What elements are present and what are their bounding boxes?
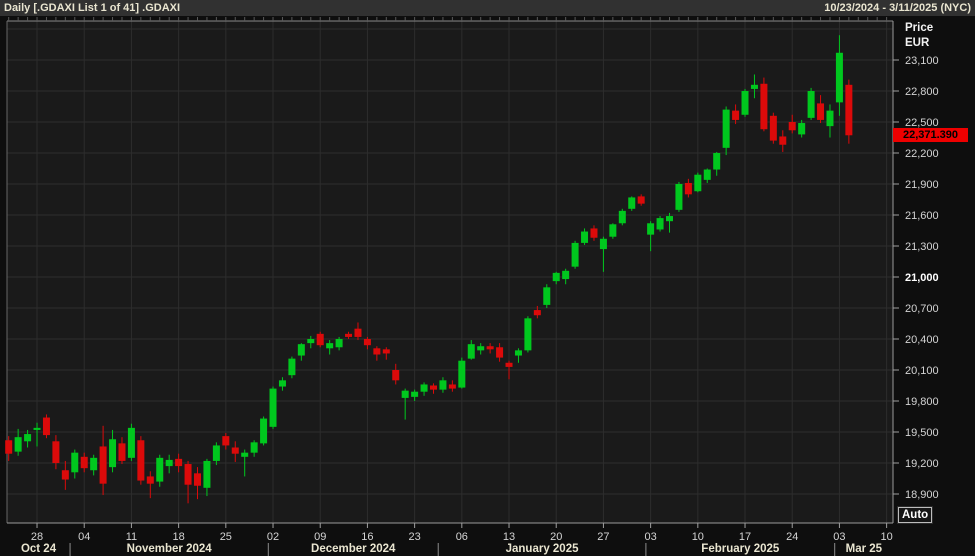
date-tick-label: 24	[786, 531, 798, 543]
auto-scale-button[interactable]: Auto	[896, 506, 934, 524]
date-tick-label: 27	[597, 531, 609, 543]
candle-02/04	[656, 216, 664, 232]
candle-02/06	[675, 181, 683, 212]
candlestick-chart[interactable]: 23,10022,80022,50022,20021,90021,60021,3…	[0, 0, 975, 556]
candle-12/09	[316, 331, 324, 348]
date-tick-label: 25	[220, 531, 232, 543]
price-tick-label: 21,000	[905, 272, 939, 284]
price-tick-label: 19,200	[905, 458, 939, 470]
price-tick-label: 22,800	[905, 86, 939, 98]
date-tick-label: 16	[361, 531, 373, 543]
date-tick-label: 28	[31, 531, 43, 543]
candle-01/28	[609, 223, 617, 239]
price-tick-label: 23,100	[905, 55, 939, 67]
date-tick-label: 04	[78, 531, 90, 543]
candle-02/17	[741, 88, 749, 117]
month-label: Oct 24	[21, 543, 57, 555]
chart-window: Daily [.GDAXI List 1 of 41] .GDAXI 10/23…	[0, 0, 975, 556]
candle-03/04	[845, 79, 853, 144]
price-tick-label: 21,600	[905, 210, 939, 222]
candle-01/15	[524, 316, 532, 353]
candle-02/20	[769, 112, 777, 144]
price-axis-title: Price EUR	[905, 21, 933, 51]
last-price-badge: 22,371.390	[893, 128, 968, 142]
month-label: January 2025	[506, 543, 579, 555]
candle-11/12	[137, 436, 145, 485]
month-label: Mar 25	[846, 543, 883, 555]
candle-01/22	[571, 240, 579, 269]
date-tick-label: 13	[503, 531, 515, 543]
candle-11/11	[127, 423, 135, 461]
candle-10/29	[42, 414, 50, 439]
price-tick-label: 20,100	[905, 365, 939, 377]
date-tick-label: 23	[408, 531, 420, 543]
month-label: December 2024	[311, 543, 396, 555]
price-tick-label: 19,500	[905, 427, 939, 439]
date-tick-label: 11	[126, 531, 137, 543]
candle-12/02	[269, 386, 277, 429]
price-axis-title-line2: EUR	[905, 37, 930, 49]
top-minor-ticks	[8, 17, 888, 21]
date-tick-label: 20	[550, 531, 562, 543]
candle-12/04	[288, 356, 296, 379]
date-tick-label: 03	[833, 531, 845, 543]
month-label: November 2024	[127, 543, 213, 555]
date-tick-label: 09	[314, 531, 326, 543]
price-tick-label: 20,700	[905, 303, 939, 315]
candle-01/17	[543, 284, 551, 308]
date-tick-label: 03	[644, 531, 656, 543]
time-axis[interactable]: 28 04 11 18 25 02 09 16 23 06 13 20 27 03 10 17 24 03 10 Oc…	[21, 523, 893, 556]
date-tick-label: 17	[739, 531, 751, 543]
candle-02/10	[694, 172, 702, 193]
price-tick-label: 22,200	[905, 148, 939, 160]
price-tick-label: 18,900	[905, 489, 939, 501]
date-tick-label: 18	[172, 531, 184, 543]
candle-02/19	[760, 77, 768, 132]
date-tick-label: 10	[692, 531, 704, 543]
candle-01/29	[618, 208, 626, 226]
candle-11/29	[260, 416, 268, 446]
price-tick-label: 21,300	[905, 241, 939, 253]
price-axis[interactable]: 23,10022,80022,50022,20021,90021,60021,3…	[893, 55, 939, 501]
price-tick-label: 20,400	[905, 334, 939, 346]
candle-01/30	[628, 196, 636, 211]
date-tick-label: 02	[267, 531, 279, 543]
candle-02/26	[807, 87, 815, 120]
candle-02/13	[722, 106, 730, 156]
price-tick-label: 21,900	[905, 179, 939, 191]
date-tick-label: 06	[456, 531, 468, 543]
month-label: February 2025	[701, 543, 780, 555]
date-tick-label: 10	[880, 531, 892, 543]
price-tick-label: 19,800	[905, 396, 939, 408]
candle-01/06	[458, 357, 466, 389]
price-axis-title-line1: Price	[905, 22, 934, 34]
